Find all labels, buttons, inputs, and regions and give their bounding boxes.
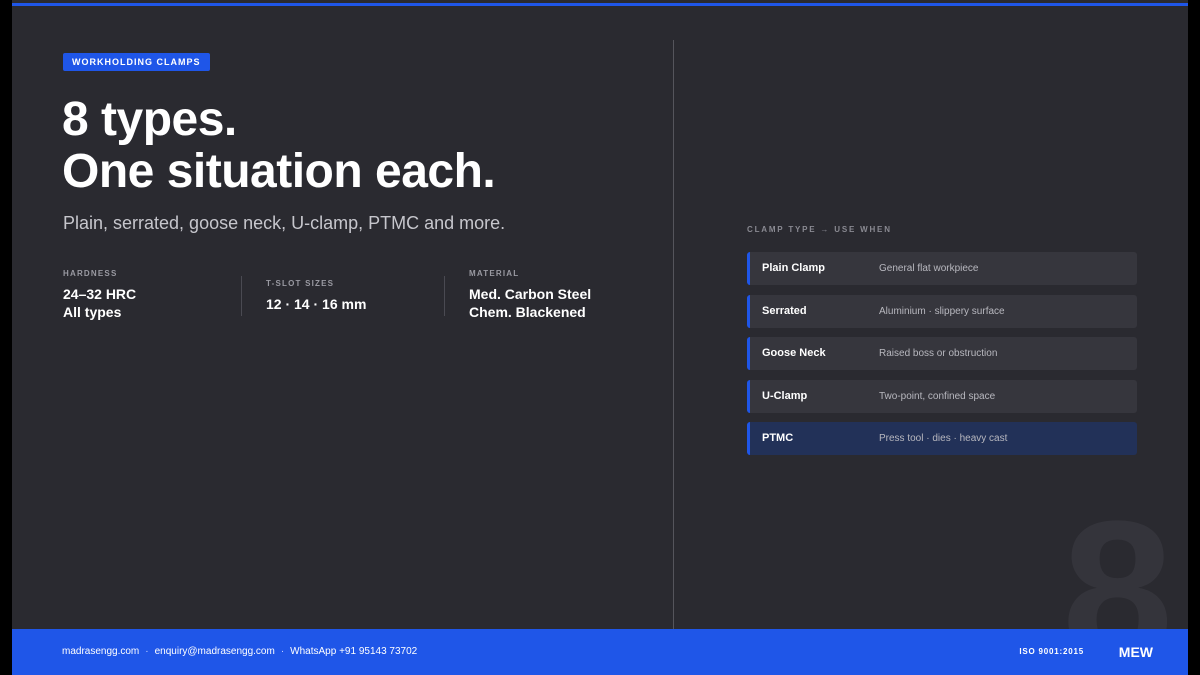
- clamp-name: Goose Neck: [762, 347, 826, 359]
- clamp-use: Press tool · dies · heavy cast: [879, 433, 1008, 444]
- headline-line-1: 8 types.: [62, 93, 237, 146]
- footer-contact: madrasengg.com · enquiry@madrasengg.com · Wh…: [62, 629, 417, 675]
- clamp-row-plain-clamp: Plain Clamp General flat workpiece: [747, 252, 1137, 285]
- clamp-name: Plain Clamp: [762, 262, 825, 274]
- clamp-row-serrated: Serrated Aluminium · slippery surface: [747, 294, 1137, 328]
- headline: 8 types. One situation each.: [62, 93, 496, 198]
- stat-value: 12 · 14 · 16 mm: [266, 295, 366, 313]
- column-divider: [673, 40, 674, 630]
- stat-value-line: 12 · 14 · 16 mm: [266, 296, 367, 312]
- stat-value-line: 24–32 HRC: [63, 286, 137, 302]
- stat-label: HARDNESS: [63, 269, 118, 278]
- clamp-use: Two-point, confined space: [879, 390, 996, 402]
- stat-tslot-sizes: T-SLOT SIZES 12 · 14 · 16 mm: [266, 278, 366, 313]
- footer-bar: madrasengg.com · enquiry@madrasengg.com · Wh…: [12, 629, 1188, 675]
- spec-stats: HARDNESS 24–32 HRC All types T-SLOT SIZE…: [63, 268, 623, 321]
- clamp-list-title: CLAMP TYPE → USE WHEN: [747, 225, 892, 234]
- separator: ·: [145, 646, 149, 657]
- clamp-name: U-Clamp: [762, 389, 808, 402]
- slide: WORKHOLDING CLAMPS 8 types. One situatio…: [12, 0, 1188, 675]
- stat-label: MATERIAL: [469, 269, 520, 278]
- clamp-name: PTMC: [762, 432, 794, 444]
- top-accent-bar: [12, 3, 1188, 6]
- whatsapp-link[interactable]: WhatsApp +91 95143 73702: [290, 646, 417, 657]
- brand-logo: MEW: [1118, 644, 1153, 660]
- stat-hardness: HARDNESS 24–32 HRC All types: [63, 268, 136, 321]
- stat-divider: [444, 276, 445, 316]
- stat-material: MATERIAL Med. Carbon Steel Chem. Blacken…: [469, 268, 591, 321]
- stat-value: Med. Carbon Steel Chem. Blackened: [469, 285, 591, 321]
- subtitle: Plain, serrated, goose neck, U-clamp, PT…: [63, 213, 506, 233]
- stat-value: 24–32 HRC All types: [63, 285, 136, 321]
- clamp-name: Serrated: [762, 304, 807, 317]
- stat-label: T-SLOT SIZES: [266, 279, 335, 288]
- website-link[interactable]: madrasengg.com: [62, 646, 139, 657]
- clamp-use: General flat workpiece: [879, 263, 979, 274]
- stat-value-line: Med. Carbon Steel: [469, 286, 592, 302]
- clamp-row-ptmc: PTMC Press tool · dies · heavy cast: [747, 422, 1137, 455]
- stat-value-line: All types: [63, 304, 122, 320]
- separator: ·: [280, 646, 285, 657]
- headline-line-2: One situation each.: [62, 145, 496, 198]
- email-link[interactable]: enquiry@madrasengg.com: [155, 646, 275, 657]
- iso-certification: ISO 9001:2015: [1019, 647, 1084, 656]
- clamp-row-goose-neck: Goose Neck Raised boss or obstruction: [747, 337, 1137, 370]
- stat-divider: [241, 276, 242, 316]
- stat-value-line: Chem. Blackened: [469, 304, 586, 320]
- clamp-list: Plain Clamp General flat workpiece Serra…: [747, 252, 1137, 465]
- clamp-use: Aluminium · slippery surface: [879, 305, 1005, 317]
- clamp-row-u-clamp: U-Clamp Two-point, confined space: [747, 379, 1137, 413]
- category-badge: WORKHOLDING CLAMPS: [63, 53, 210, 71]
- clamp-use: Raised boss or obstruction: [879, 348, 998, 359]
